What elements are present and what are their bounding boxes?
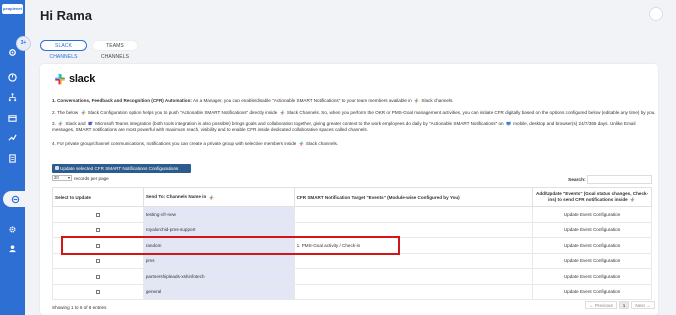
update-event-link[interactable]: Update Event Configuration (532, 221, 652, 238)
select-cell (52, 221, 144, 238)
slack-brand: slack (54, 73, 95, 85)
events-cell (293, 252, 534, 269)
app-logo[interactable]: peoplenet (2, 4, 23, 14)
row-checkbox[interactable] (95, 228, 100, 233)
update-event-link[interactable]: Update Event Configuration (532, 252, 652, 269)
select-cell (52, 268, 144, 285)
tab-slack-channels[interactable]: SLACK CHANNELS (40, 40, 87, 60)
row-checkbox[interactable] (95, 274, 100, 279)
page-length-control: 20 records per page (52, 175, 109, 181)
org-chart-icon[interactable] (7, 92, 18, 103)
slack-icon (630, 197, 635, 202)
search-input[interactable] (587, 175, 652, 184)
channel-name: testing-cfr-new (142, 206, 295, 223)
channel-name: random (142, 237, 295, 254)
select-cell (52, 252, 144, 269)
header-events: CFR SMART Notification Target "Events" (… (293, 187, 534, 207)
channels-table: Select to Update Send To: Channels Name … (52, 187, 652, 300)
update-event-link[interactable]: Update Event Configuration (532, 237, 652, 254)
info-line-1: 1. Conversations, Feedback and Recogniti… (52, 98, 454, 103)
table-info: Showing 1 to 6 of 6 entries (52, 305, 107, 310)
slack-icon (279, 110, 285, 115)
page-1-button[interactable]: 1 (618, 301, 630, 309)
update-event-link[interactable]: Update Event Configuration (532, 283, 652, 300)
user-icon[interactable] (7, 243, 18, 254)
brand-name: slack (69, 73, 96, 85)
page-greeting: Hi Rama (40, 8, 93, 23)
events-cell (293, 221, 534, 238)
select-cell (52, 237, 144, 254)
search-label: Search: (568, 178, 586, 183)
pagination: ← Previous 1 Next → (585, 301, 655, 309)
events-cell (293, 206, 534, 223)
slack-icon (208, 195, 214, 200)
header-select: Select to Update (52, 187, 144, 207)
update-event-link[interactable]: Update Event Configuration (532, 268, 652, 285)
sidebar-collapse-button[interactable]: 3+ (16, 36, 31, 51)
events-cell (293, 283, 534, 300)
device-icon (506, 122, 511, 126)
table-row: general Update Event Configuration (52, 283, 652, 300)
reports-icon[interactable] (7, 113, 18, 124)
table-row: partnershipleads-xshinfotech Update Even… (52, 268, 652, 285)
tab-teams-channels[interactable]: TEAMS CHANNELS (92, 40, 138, 60)
gear-icon[interactable] (7, 47, 18, 58)
events-cell (293, 268, 534, 285)
save-icon (55, 166, 59, 170)
settings-icon[interactable] (7, 224, 18, 235)
slack-icon (58, 121, 63, 126)
channel-name: partnershipleads-xshinfotech (142, 268, 295, 285)
row-checkbox[interactable] (95, 243, 100, 248)
table-row: testing-cfr-new Update Event Configurati… (52, 206, 652, 223)
row-checkbox[interactable] (95, 212, 100, 217)
select-cell (52, 283, 144, 300)
slack-logo-icon (55, 73, 65, 85)
avatar[interactable] (649, 7, 663, 21)
select-cell (52, 206, 144, 223)
page-length-select[interactable]: 20 (52, 175, 72, 181)
info-line-2: 2. The below Slack Configuration option … (52, 110, 656, 115)
row-checkbox[interactable] (95, 290, 100, 295)
update-event-link[interactable]: Update Event Configuration (532, 206, 652, 223)
row-checkbox[interactable] (95, 259, 100, 264)
info-line-4: 4. For private group/channel communicati… (52, 141, 339, 146)
channel-name: general (142, 283, 295, 300)
table-row: royalorchid-pms-support Update Event Con… (52, 221, 652, 238)
channel-name: royalorchid-pms-support (142, 221, 295, 238)
slack-icon (299, 141, 304, 146)
analytics-icon[interactable] (7, 132, 18, 143)
header-channel: Send To: Channels Name in (142, 187, 295, 207)
dashboard-icon[interactable] (7, 72, 18, 83)
integrations-icon[interactable] (3, 191, 27, 207)
teams-icon (88, 121, 93, 126)
next-page-button[interactable]: Next → (631, 301, 655, 309)
update-configurations-button[interactable]: Update selected CFR SMART Notifications … (52, 164, 191, 173)
table-row: random 1. PMS-Goal activity / Check-in U… (52, 237, 652, 254)
header-add-update: Add/Update "Events" (Goal status changes… (532, 187, 652, 207)
slack-icon (80, 110, 86, 115)
document-icon[interactable] (7, 153, 18, 164)
channel-name: pms (142, 252, 295, 269)
records-label: records per page (74, 175, 109, 181)
slack-icon (414, 98, 419, 103)
info-line-3-cont: messages, SMART notifications are most p… (52, 127, 368, 132)
events-cell: 1. PMS-Goal activity / Check-in (293, 237, 534, 254)
previous-page-button[interactable]: ← Previous (585, 301, 617, 309)
table-row: pms Update Event Configuration (52, 252, 652, 269)
